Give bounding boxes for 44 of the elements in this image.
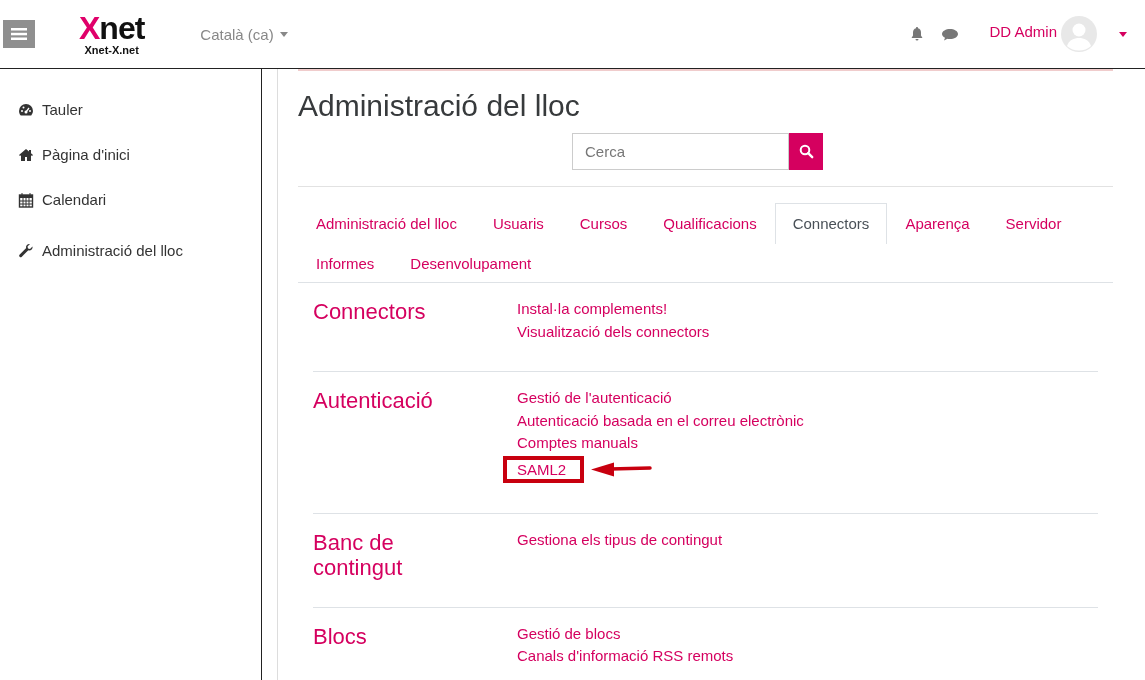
settings-link[interactable]: SAML2 — [503, 455, 585, 483]
settings-link[interactable]: Visualització dels connectors — [517, 321, 710, 341]
section-heading: Connectors — [313, 299, 427, 326]
settings-link[interactable]: Gestiona els tipus de contingut — [517, 530, 723, 550]
annotation-arrow — [590, 461, 653, 478]
settings-link[interactable]: Gestió de blocs — [517, 623, 621, 644]
menu-icon — [11, 27, 27, 41]
home-icon — [18, 146, 34, 163]
section-heading: Banc de contingut — [313, 530, 404, 581]
tab[interactable]: Cursos — [561, 203, 646, 244]
sidebar-item[interactable]: Calendari — [0, 177, 261, 222]
caret-icon[interactable] — [1119, 31, 1127, 37]
settings-link[interactable]: Comptes manuals — [517, 433, 638, 453]
settings-link[interactable]: Autenticació basada en el correu electrònic — [517, 410, 804, 430]
tab[interactable]: Informes — [298, 243, 393, 283]
tab[interactable]: Connectors — [774, 203, 888, 244]
tab[interactable]: Administració del lloc — [298, 203, 475, 244]
search-icon — [798, 144, 814, 159]
settings-link[interactable]: Instal·la complements! — [517, 299, 668, 319]
search-button[interactable] — [789, 133, 823, 170]
caret-icon — [279, 31, 288, 37]
settings-link[interactable]: Canals d'informació RSS remots — [517, 646, 734, 666]
language-menu[interactable]: Català (ca) — [200, 25, 288, 43]
chat-icon[interactable] — [941, 26, 960, 42]
calendar-icon — [18, 191, 34, 208]
menu-button[interactable] — [3, 20, 35, 48]
section-heading: Autenticació — [313, 388, 434, 415]
tab[interactable]: Aparença — [887, 203, 988, 244]
logo-mark: Xnet — [79, 12, 145, 44]
tab[interactable]: Usuaris — [474, 203, 562, 244]
wrench-icon — [18, 242, 34, 259]
gauge-icon — [18, 101, 34, 118]
logo-tagline: Xnet-X.net — [84, 45, 139, 56]
tab[interactable]: Servidor — [987, 203, 1080, 244]
user-name[interactable]: DD Admin — [989, 22, 1057, 40]
sidebar-item[interactable]: Administració del lloc — [0, 228, 261, 273]
settings-link[interactable]: Gestió de l'autenticació — [517, 388, 672, 408]
search-field[interactable]: Cerca — [572, 133, 789, 170]
section-heading: Blocs — [313, 623, 368, 651]
tab[interactable]: Qualificacions — [645, 203, 775, 244]
page-title: Administració del lloc — [298, 89, 581, 123]
tab[interactable]: Desenvolupament — [392, 243, 550, 283]
sidebar-item[interactable]: Pàgina d'inici — [0, 132, 261, 177]
sidebar-item[interactable]: Tauler — [0, 87, 261, 132]
